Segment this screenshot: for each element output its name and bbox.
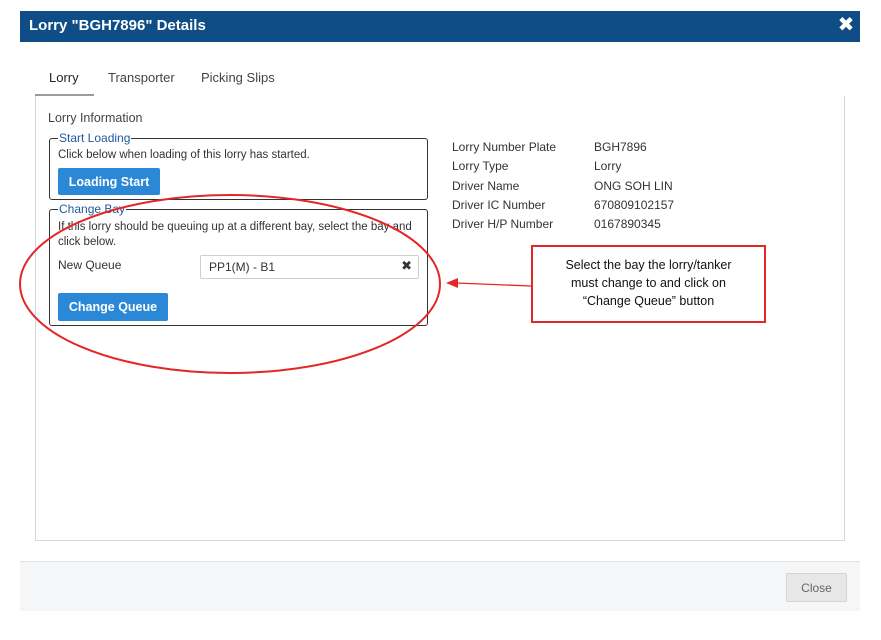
info-value-driver-hp: 0167890345 bbox=[594, 217, 661, 231]
annotation-line-1: Select the bay the lorry/tanker bbox=[565, 258, 732, 272]
close-button[interactable]: Close bbox=[786, 573, 847, 602]
new-queue-label: New Queue bbox=[58, 258, 122, 272]
loading-start-button[interactable]: Loading Start bbox=[58, 168, 160, 195]
tab-transporter[interactable]: Transporter bbox=[108, 70, 175, 85]
info-value-type: Lorry bbox=[594, 159, 622, 173]
info-value-plate: BGH7896 bbox=[594, 140, 647, 154]
close-icon[interactable]: ✖ bbox=[836, 14, 856, 36]
annotation-line-3: “Change Queue” button bbox=[582, 294, 715, 308]
start-loading-legend: Start Loading bbox=[59, 131, 131, 145]
info-value-driver-name: ONG SOH LIN bbox=[594, 179, 673, 193]
info-label-type: Lorry Type bbox=[452, 159, 509, 173]
clear-icon[interactable]: ✖ bbox=[401, 258, 412, 274]
change-bay-description: If this lorry should be queuing up at a … bbox=[58, 221, 412, 248]
change-queue-button[interactable]: Change Queue bbox=[58, 293, 168, 321]
tab-lorry[interactable]: Lorry bbox=[49, 70, 79, 85]
new-queue-select[interactable]: PP1(M) - B1 ✖ bbox=[200, 255, 419, 279]
info-label-plate: Lorry Number Plate bbox=[452, 140, 557, 154]
annotation-line-2: must change to and click on bbox=[571, 276, 726, 290]
new-queue-value: PP1(M) - B1 bbox=[209, 260, 276, 274]
tab-picking-slips[interactable]: Picking Slips bbox=[201, 70, 275, 85]
modal-footer bbox=[20, 561, 860, 611]
tab-bar: Lorry Transporter Picking Slips bbox=[35, 66, 843, 97]
info-value-driver-ic: 670809102157 bbox=[594, 198, 675, 212]
info-label-driver-hp: Driver H/P Number bbox=[452, 217, 554, 231]
change-bay-legend: Change Bay bbox=[59, 202, 126, 216]
annotation-callout: Select the bay the lorry/tanker must cha… bbox=[531, 245, 766, 323]
start-loading-description: Click below when loading of this lorry h… bbox=[58, 149, 310, 161]
modal-title: Lorry "BGH7896" Details bbox=[29, 17, 206, 34]
section-title: Lorry Information bbox=[48, 111, 143, 125]
modal-header: Lorry "BGH7896" Details ✖ bbox=[20, 11, 860, 42]
info-label-driver-name: Driver Name bbox=[452, 179, 520, 193]
info-label-driver-ic: Driver IC Number bbox=[452, 198, 546, 212]
